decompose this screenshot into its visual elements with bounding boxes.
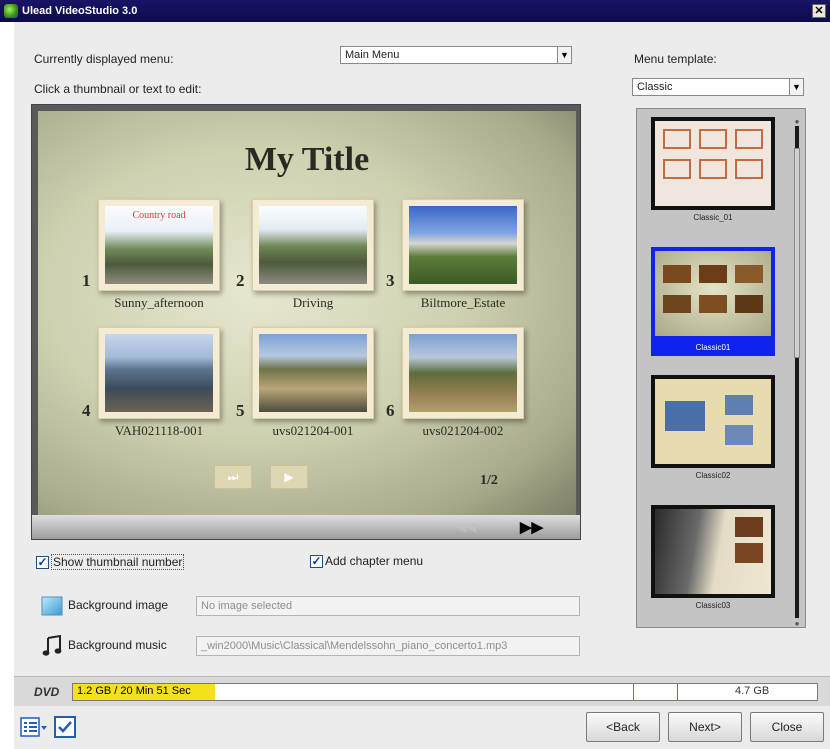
app-icon [4, 4, 18, 18]
thumbnail-number: 4 [82, 401, 91, 420]
template-value: Classic [637, 81, 673, 93]
disc-type-label: DVD [34, 685, 60, 699]
menu-editor-dialog: Currently displayed menu: Main Menu ▼ Cl… [14, 22, 830, 749]
disc-usage-text: 1.2 GB / 20 Min 51 Sec [77, 685, 191, 697]
background-image-field: No image selected [196, 596, 580, 616]
list-view-icon[interactable] [20, 716, 48, 738]
next-page-icon[interactable]: ▶▶ [520, 518, 543, 536]
chevron-down-icon[interactable]: ▼ [789, 79, 803, 95]
disc-usage-gauge: 1.2 GB / 20 Min 51 Sec 4.7 GB [72, 683, 818, 701]
back-button[interactable]: <Back [586, 712, 660, 742]
thumbnail-number: 6 [386, 401, 395, 420]
menu-preview: My Title Country road 1 Sunny_afternoon … [31, 104, 581, 540]
menu-thumbnail[interactable] [252, 327, 374, 419]
template-item[interactable]: Classic_01 [651, 117, 775, 226]
thumbnail-caption[interactable]: Biltmore_Estate [388, 295, 538, 311]
play-icon: ▶ [284, 470, 294, 484]
thumbnail-number: 1 [82, 271, 91, 290]
background-music-field: _win2000\Music\Classical\Mendelssohn_pia… [196, 636, 580, 656]
checkmark-toggle-icon[interactable] [54, 716, 76, 738]
background-image-label[interactable]: Background image [68, 598, 168, 612]
next-button[interactable]: Next> [668, 712, 742, 742]
template-caption: Classic_01 [693, 213, 733, 222]
add-chapter-menu-checkbox[interactable]: ✓ Add chapter menu [310, 554, 423, 568]
template-caption: Classic03 [695, 601, 731, 610]
disc-limit-marker [677, 684, 678, 700]
page-indicator: 1/2 [480, 473, 498, 488]
menu-thumbnail[interactable] [98, 327, 220, 419]
thumbnail-image [105, 334, 213, 412]
add-chapter-menu-label[interactable]: Add chapter menu [325, 554, 423, 568]
disc-marker [633, 684, 634, 700]
chevron-down-icon[interactable]: ▼ [557, 47, 571, 63]
disc-capacity-text: 4.7 GB [735, 685, 770, 697]
thumbnail-number: 3 [386, 271, 395, 290]
show-thumbnail-number-checkbox[interactable]: ✓ Show thumbnail number [36, 554, 185, 570]
checkbox-check-icon[interactable]: ✓ [310, 554, 323, 568]
thumbnail-overlay-text: Country road [132, 210, 186, 221]
thumbnail-caption[interactable]: uvs021204-002 [388, 423, 538, 439]
menu-thumbnail[interactable] [402, 327, 524, 419]
template-thumbnail [651, 505, 775, 598]
thumbnail-caption[interactable]: Sunny_afternoon [84, 295, 234, 311]
template-list: Classic_01 Classic01 Classic02 Classic03 [636, 108, 806, 628]
thumbnail-caption[interactable]: Driving [238, 295, 388, 311]
template-item-selected[interactable]: Classic01 [651, 247, 775, 356]
menu-thumbnail[interactable]: Country road [98, 199, 220, 291]
title-bar: Ulead VideoStudio 3.0 ✕ [0, 0, 830, 22]
template-select[interactable]: Classic ▼ [632, 78, 804, 96]
preview-navigation-bar: ◀◀ ▶▶ [32, 515, 580, 539]
current-menu-value: Main Menu [345, 49, 400, 61]
thumbnail-image [409, 334, 517, 412]
show-thumbnail-number-label[interactable]: Show thumbnail number [51, 554, 185, 570]
disc-capacity-bar: DVD 1.2 GB / 20 Min 51 Sec 4.7 GB [14, 676, 830, 706]
scroll-down-icon[interactable]: ● [792, 620, 802, 628]
template-thumbnail [651, 247, 775, 340]
template-thumbnail [651, 375, 775, 468]
close-button[interactable]: Close [750, 712, 824, 742]
template-item[interactable]: Classic02 [651, 375, 775, 484]
previous-page-icon[interactable]: ◀◀ [456, 519, 476, 535]
thumbnail-number: 5 [236, 401, 245, 420]
template-caption: Classic01 [651, 340, 775, 356]
thumbnail-number: 2 [236, 271, 245, 290]
background-image-icon[interactable] [40, 594, 64, 618]
menu-thumbnail[interactable] [402, 199, 524, 291]
scrollbar-thumb[interactable] [794, 148, 800, 358]
menu-canvas[interactable]: My Title Country road 1 Sunny_afternoon … [38, 111, 576, 515]
menu-skip-next-button[interactable]: ⏭ [214, 465, 252, 489]
menu-thumbnail[interactable] [252, 199, 374, 291]
currently-displayed-menu-label: Currently displayed menu: [34, 52, 174, 66]
close-window-icon[interactable]: ✕ [812, 4, 826, 18]
scroll-up-icon[interactable]: ● [792, 118, 802, 126]
background-music-label[interactable]: Background music [68, 638, 167, 652]
skip-next-icon: ⏭ [227, 469, 239, 484]
thumbnail-image [259, 206, 367, 284]
checkbox-check-icon[interactable]: ✓ [36, 555, 49, 569]
template-caption: Classic02 [695, 471, 731, 480]
thumbnail-image [409, 206, 517, 284]
menu-template-label: Menu template: [634, 52, 717, 66]
thumbnail-image: Country road [105, 206, 213, 284]
click-hint-label: Click a thumbnail or text to edit: [34, 82, 202, 96]
menu-play-button[interactable]: ▶ [270, 465, 308, 489]
template-scrollbar[interactable]: ● ● [792, 118, 802, 628]
thumbnail-caption[interactable]: uvs021204-001 [238, 423, 388, 439]
thumbnail-image [259, 334, 367, 412]
window-title: Ulead VideoStudio 3.0 [22, 5, 138, 17]
music-note-icon[interactable] [40, 634, 64, 658]
template-thumbnail [651, 117, 775, 210]
current-menu-select[interactable]: Main Menu ▼ [340, 46, 572, 64]
thumbnail-caption[interactable]: VAH021118-001 [84, 423, 234, 439]
template-item[interactable]: Classic03 [651, 505, 775, 614]
menu-title[interactable]: My Title [38, 141, 576, 179]
